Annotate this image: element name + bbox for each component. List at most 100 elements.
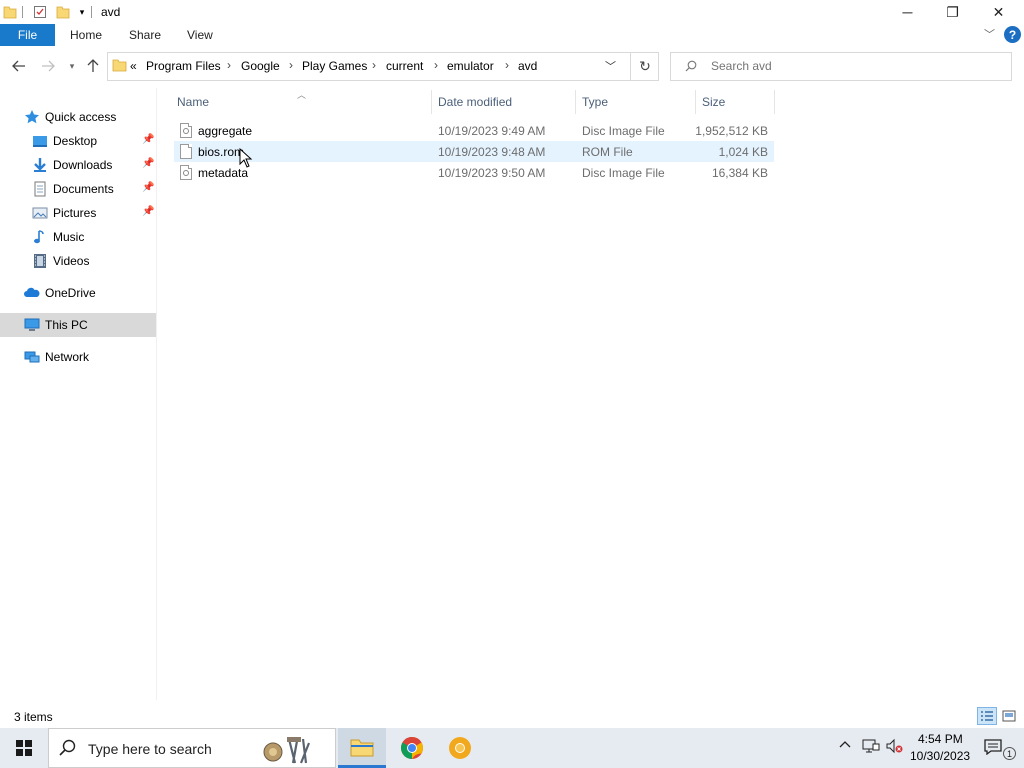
network-status-icon[interactable]: [862, 738, 880, 757]
breadcrumb-overflow[interactable]: «: [130, 59, 137, 73]
navigation-bar: ▾ « Program Files › Google › Play Games …: [0, 46, 1024, 88]
star-icon: [24, 109, 40, 125]
clock-time[interactable]: 4:54 PM: [918, 732, 963, 746]
sidebar-item-music[interactable]: Music: [0, 225, 156, 249]
tab-view[interactable]: View: [187, 28, 213, 42]
breadcrumb-program-files[interactable]: Program Files: [146, 59, 221, 73]
file-row-metadata[interactable]: metadata 10/19/2023 9:50 AM Disc Image F…: [174, 162, 774, 183]
breadcrumb-separator[interactable]: ›: [289, 58, 293, 72]
breadcrumb-separator[interactable]: ›: [227, 58, 231, 72]
sidebar-item-videos[interactable]: Videos: [0, 249, 156, 273]
large-icons-view-button[interactable]: [999, 707, 1019, 725]
details-view-button[interactable]: [977, 707, 997, 725]
volume-muted-icon[interactable]: [886, 738, 904, 757]
chrome-icon[interactable]: [388, 728, 436, 768]
breadcrumb-current[interactable]: current: [386, 59, 423, 73]
tools-icon: [259, 735, 329, 768]
search-box[interactable]: [670, 52, 1012, 81]
sidebar-item-label: Pictures: [53, 206, 97, 220]
file-date-modified: 10/19/2023 9:50 AM: [438, 166, 546, 180]
properties-icon[interactable]: [32, 4, 48, 20]
taskbar: Type here to search 4:54 PM 10/30/2023 1: [0, 728, 1024, 768]
expand-ribbon-icon[interactable]: ﹀: [984, 26, 995, 42]
sidebar-item-pictures[interactable]: Pictures 📌: [0, 201, 156, 225]
window-title: avd: [101, 5, 121, 19]
item-count: 3 items: [14, 710, 53, 724]
desktop-icon: [32, 133, 48, 149]
column-divider[interactable]: [695, 90, 696, 114]
pin-icon: 📌: [142, 158, 155, 169]
network-icon: [24, 349, 40, 365]
column-header-date-modified[interactable]: Date modified: [438, 95, 512, 109]
tab-file[interactable]: File: [0, 24, 55, 46]
tab-share[interactable]: Share: [129, 28, 161, 42]
customize-toolbar-icon[interactable]: ▾: [74, 4, 90, 20]
breadcrumb-separator[interactable]: ›: [372, 58, 376, 72]
restore-button[interactable]: ❐: [930, 0, 975, 24]
tab-home[interactable]: Home: [70, 28, 102, 42]
sidebar-item-documents[interactable]: Documents 📌: [0, 177, 156, 201]
clock-date[interactable]: 10/30/2023: [910, 749, 970, 763]
sidebar-item-desktop[interactable]: Desktop 📌: [0, 129, 156, 153]
pin-icon: 📌: [142, 134, 155, 145]
sidebar-item-label: Music: [53, 230, 85, 244]
new-folder-icon[interactable]: [55, 4, 71, 20]
disc-image-file-icon: [180, 165, 192, 180]
folder-icon: [2, 4, 18, 20]
start-button[interactable]: [0, 728, 48, 768]
breadcrumb-play-games[interactable]: Play Games: [302, 59, 367, 73]
sidebar-item-label: OneDrive: [45, 286, 96, 300]
sidebar-item-quick-access[interactable]: Quick access: [0, 105, 156, 129]
pictures-icon: [32, 205, 48, 221]
file-row-aggregate[interactable]: aggregate 10/19/2023 9:49 AM Disc Image …: [174, 120, 774, 141]
sidebar-item-label: Documents: [53, 182, 114, 196]
sidebar-item-this-pc[interactable]: This PC: [0, 313, 156, 337]
breadcrumb-separator[interactable]: ›: [434, 58, 438, 72]
column-divider[interactable]: [575, 90, 576, 114]
help-icon[interactable]: ?: [1004, 26, 1021, 43]
breadcrumb-separator[interactable]: ›: [505, 58, 509, 72]
ribbon: File Home Share View ﹀ ?: [0, 24, 1024, 46]
title-bar: ▾ avd ─ ❐ ✕: [0, 0, 1024, 24]
column-divider[interactable]: [431, 90, 432, 114]
action-center-icon[interactable]: [982, 736, 1004, 758]
breadcrumb-avd[interactable]: avd: [518, 59, 537, 73]
mouse-cursor-icon: [239, 147, 253, 171]
documents-icon: [32, 181, 48, 197]
cloud-icon: [24, 285, 40, 301]
back-button[interactable]: [9, 56, 29, 76]
recent-locations-icon[interactable]: ▾: [62, 56, 82, 76]
file-row-bios-rom[interactable]: bios.rom 10/19/2023 9:48 AM ROM File 1,0…: [174, 141, 774, 162]
refresh-button[interactable]: ↻: [630, 53, 659, 80]
file-explorer-taskbar-button[interactable]: [338, 728, 386, 768]
close-button[interactable]: ✕: [976, 0, 1021, 24]
breadcrumb-emulator[interactable]: emulator: [447, 59, 494, 73]
address-history-dropdown-icon[interactable]: ﹀: [605, 58, 616, 74]
column-header-type[interactable]: Type: [582, 95, 608, 109]
sidebar-item-downloads[interactable]: Downloads 📌: [0, 153, 156, 177]
file-type: ROM File: [582, 145, 633, 159]
search-icon: [685, 60, 697, 75]
breadcrumb-google[interactable]: Google: [241, 59, 280, 73]
sidebar-item-onedrive[interactable]: OneDrive: [0, 281, 156, 305]
up-button[interactable]: [83, 56, 103, 76]
minimize-button[interactable]: ─: [885, 0, 930, 24]
downloads-icon: [32, 157, 48, 173]
status-bar: 3 items: [0, 700, 1024, 728]
videos-icon: [32, 253, 48, 269]
search-input[interactable]: [711, 59, 1001, 73]
rom-file-icon: [180, 144, 192, 159]
show-hidden-icons-icon[interactable]: [838, 738, 852, 755]
sidebar-item-label: Network: [45, 350, 90, 364]
sidebar-item-network[interactable]: Network: [0, 345, 156, 369]
chrome-canary-icon[interactable]: [436, 728, 484, 768]
taskbar-search-box[interactable]: Type here to search: [48, 728, 336, 768]
column-header-size[interactable]: Size: [702, 95, 725, 109]
column-divider[interactable]: [774, 90, 775, 114]
forward-button[interactable]: [38, 56, 58, 76]
notification-count-badge: 1: [1003, 747, 1016, 760]
address-bar[interactable]: « Program Files › Google › Play Games › …: [107, 52, 659, 81]
sort-ascending-icon: ︿: [297, 90, 307, 100]
column-header-name[interactable]: Name: [177, 95, 209, 109]
music-icon: [32, 229, 48, 245]
